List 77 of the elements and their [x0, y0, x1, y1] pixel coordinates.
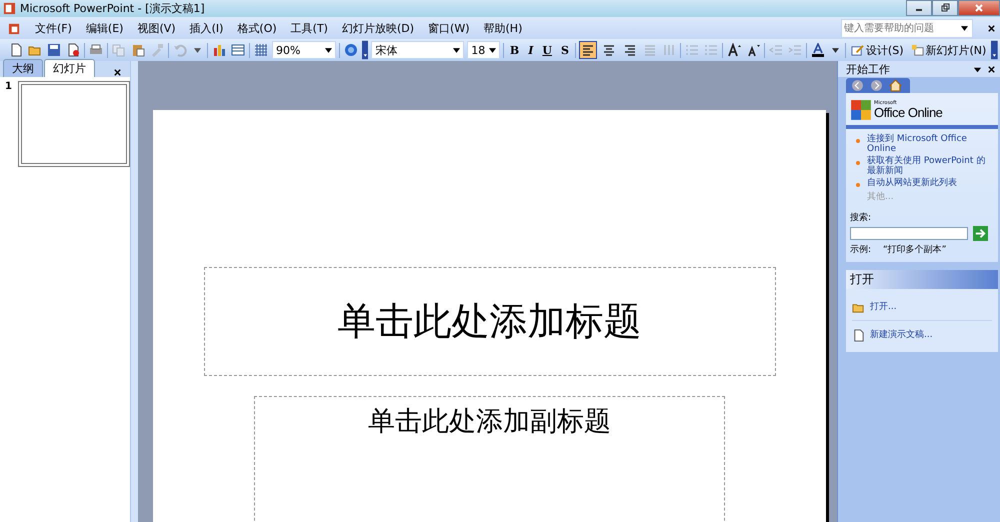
- open-link[interactable]: 新建演示文稿...: [870, 331, 933, 341]
- align-left-icon[interactable]: [578, 41, 597, 59]
- minimize-button[interactable]: [906, 0, 932, 16]
- back-icon[interactable]: [851, 79, 864, 92]
- menu-item[interactable]: 帮助(H): [484, 20, 522, 36]
- menu-item[interactable]: 文件(F): [35, 20, 72, 36]
- bullet-icon: [856, 182, 860, 187]
- pane-tab[interactable]: 大纲: [3, 59, 43, 77]
- new-slide-button[interactable]: 新幻灯片(N): [908, 42, 988, 58]
- grid-icon[interactable]: [253, 42, 269, 58]
- close-icon[interactable]: [113, 68, 122, 77]
- search-field[interactable]: [850, 227, 968, 240]
- close-button[interactable]: [958, 0, 1000, 16]
- pane-tab[interactable]: 幻灯片: [44, 59, 95, 77]
- font-size-dropdown[interactable]: 18: [467, 41, 500, 59]
- app-icon: [3, 2, 16, 15]
- caret-icon: [961, 26, 968, 30]
- slide-thumbnail[interactable]: [18, 81, 130, 167]
- slide-icon: [910, 44, 924, 56]
- document-icon: [852, 329, 865, 342]
- bullet-icon: [856, 160, 860, 165]
- example-label: 示例:: [850, 244, 872, 256]
- task-link[interactable]: 获取有关使用 PowerPoint 的最新新闻: [867, 156, 994, 177]
- example-text: “打印多个副本”: [883, 244, 946, 256]
- zoom-dropdown[interactable]: 90%: [272, 41, 336, 59]
- chart-icon[interactable]: [211, 42, 227, 58]
- save-icon[interactable]: [46, 42, 62, 58]
- caret-icon: [324, 48, 332, 52]
- logo-text: Office Online: [874, 106, 942, 119]
- dropdown-arrow-icon[interactable]: [973, 64, 982, 74]
- increase-font-icon[interactable]: [726, 42, 742, 58]
- menu-item[interactable]: 编辑(E): [86, 20, 124, 36]
- task-link[interactable]: 自动从网站更新此列表: [867, 178, 957, 188]
- search-label: 搜索:: [850, 212, 872, 224]
- slide-number: 1: [5, 81, 12, 94]
- forward-icon[interactable]: [870, 79, 883, 92]
- restore-icon: [940, 3, 950, 13]
- format-button[interactable]: U: [539, 44, 555, 56]
- caret-icon[interactable]: [194, 48, 201, 52]
- paste-icon[interactable]: [130, 42, 146, 58]
- menu-item[interactable]: 工具(T): [290, 20, 328, 36]
- office-logo-icon: [850, 99, 872, 121]
- document-icon[interactable]: [8, 22, 21, 34]
- design-button[interactable]: 设计(S): [848, 42, 906, 58]
- home-icon[interactable]: [889, 79, 902, 92]
- go-arrow-icon[interactable]: [973, 226, 988, 242]
- table-icon[interactable]: [230, 42, 246, 58]
- font-dropdown[interactable]: 宋体: [371, 41, 464, 59]
- subtitle-placeholder[interactable]: 单击此处添加副标题: [254, 396, 725, 522]
- toolbar-options-icon[interactable]: [362, 40, 368, 60]
- task-pane-title: 开始工作: [846, 62, 890, 76]
- section-header: 打开: [846, 270, 998, 290]
- caret-icon[interactable]: [832, 48, 839, 52]
- toolbar-options-icon[interactable]: [991, 40, 998, 60]
- restore-button[interactable]: [932, 0, 958, 16]
- pencil-icon: [850, 44, 864, 56]
- menu-item[interactable]: 窗口(W): [428, 20, 470, 36]
- task-link[interactable]: 连接到 Microsoft Office Online: [867, 135, 994, 155]
- format-button[interactable]: I: [525, 44, 536, 56]
- help-icon[interactable]: [342, 42, 359, 58]
- format-button[interactable]: B: [506, 44, 522, 56]
- caret-icon: [453, 48, 460, 52]
- open-link[interactable]: 打开...: [870, 303, 897, 313]
- bullet-icon: [856, 139, 860, 143]
- close-icon[interactable]: [987, 24, 996, 32]
- caret-icon: [488, 48, 496, 52]
- close-icon: [974, 3, 984, 13]
- menu-item[interactable]: 幻灯片放映(D): [342, 20, 414, 36]
- menu-item[interactable]: 插入(I): [190, 20, 224, 36]
- format-button[interactable]: S: [558, 44, 572, 56]
- close-icon[interactable]: [987, 64, 996, 74]
- menu-item[interactable]: 格式(O): [237, 20, 277, 36]
- title-placeholder[interactable]: 单击此处添加标题: [204, 267, 776, 376]
- font-color-icon[interactable]: [810, 42, 826, 58]
- menu-item[interactable]: 视图(V): [137, 20, 176, 36]
- help-search-field[interactable]: 键入需要帮助的问题: [841, 18, 973, 38]
- window-title: Microsoft PowerPoint - [演示文稿1]: [20, 1, 205, 16]
